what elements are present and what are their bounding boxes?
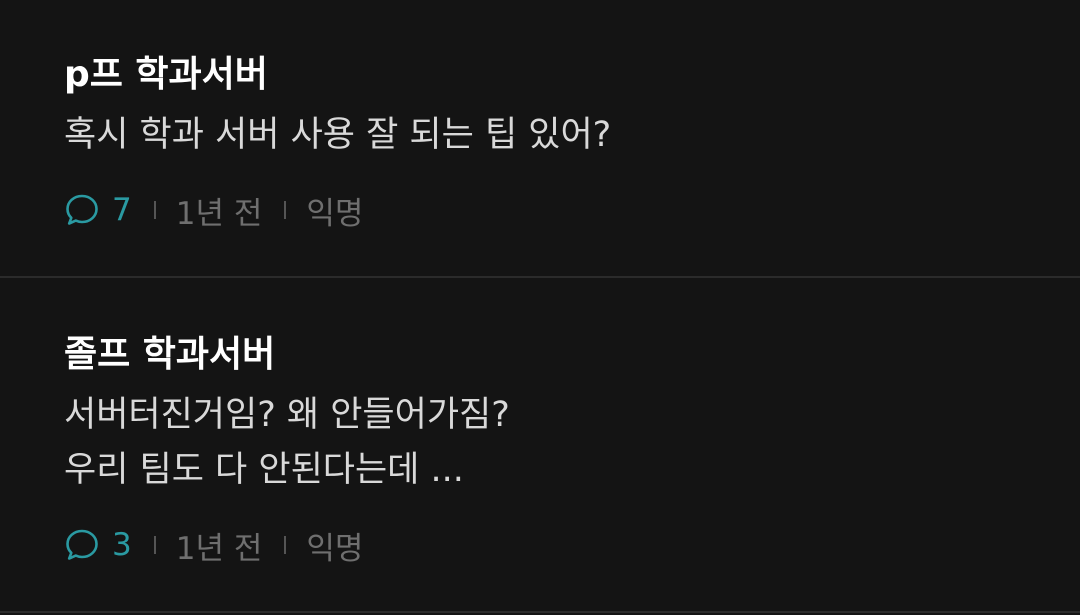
post-body-line: 서버터진거임? 왜 안들어가짐? [64, 395, 510, 435]
post-meta: 3 1년 전 익명 [64, 525, 364, 567]
post-body-line: 혹시 학과 서버 사용 잘 되는 팁 있어? [64, 115, 612, 155]
comment-icon [66, 194, 98, 225]
post-time: 1년 전 [175, 530, 263, 567]
post-meta: 7 1년 전 익명 [64, 190, 364, 232]
post-body-line: 우리 팀도 다 안된다는데 ... [64, 450, 464, 490]
post-title: p프 학과서버 [64, 54, 268, 95]
comment-count: 7 [112, 192, 132, 228]
post-title: 졸프 학과서버 [64, 334, 276, 375]
post-feed: p프 학과서버 혹시 학과 서버 사용 잘 되는 팁 있어? 7 1년 전 익명… [0, 0, 1080, 615]
comment-icon [66, 529, 98, 560]
post-item[interactable]: 졸프 학과서버 서버터진거임? 왜 안들어가짐? 우리 팀도 다 안된다는데 .… [0, 278, 1080, 611]
comment-count: 3 [112, 527, 132, 563]
post-divider [0, 611, 1080, 613]
post-body: 서버터진거임? 왜 안들어가짐? 우리 팀도 다 안된다는데 ... [64, 388, 510, 498]
meta-separator [153, 536, 156, 554]
post-item[interactable]: p프 학과서버 혹시 학과 서버 사용 잘 되는 팁 있어? 7 1년 전 익명 [0, 0, 1080, 277]
meta-separator [284, 536, 287, 554]
meta-separator [284, 201, 287, 219]
post-time: 1년 전 [175, 195, 263, 232]
post-author: 익명 [306, 195, 364, 232]
post-body: 혹시 학과 서버 사용 잘 되는 팁 있어? [64, 108, 611, 163]
post-author: 익명 [306, 530, 364, 567]
meta-separator [153, 201, 156, 219]
